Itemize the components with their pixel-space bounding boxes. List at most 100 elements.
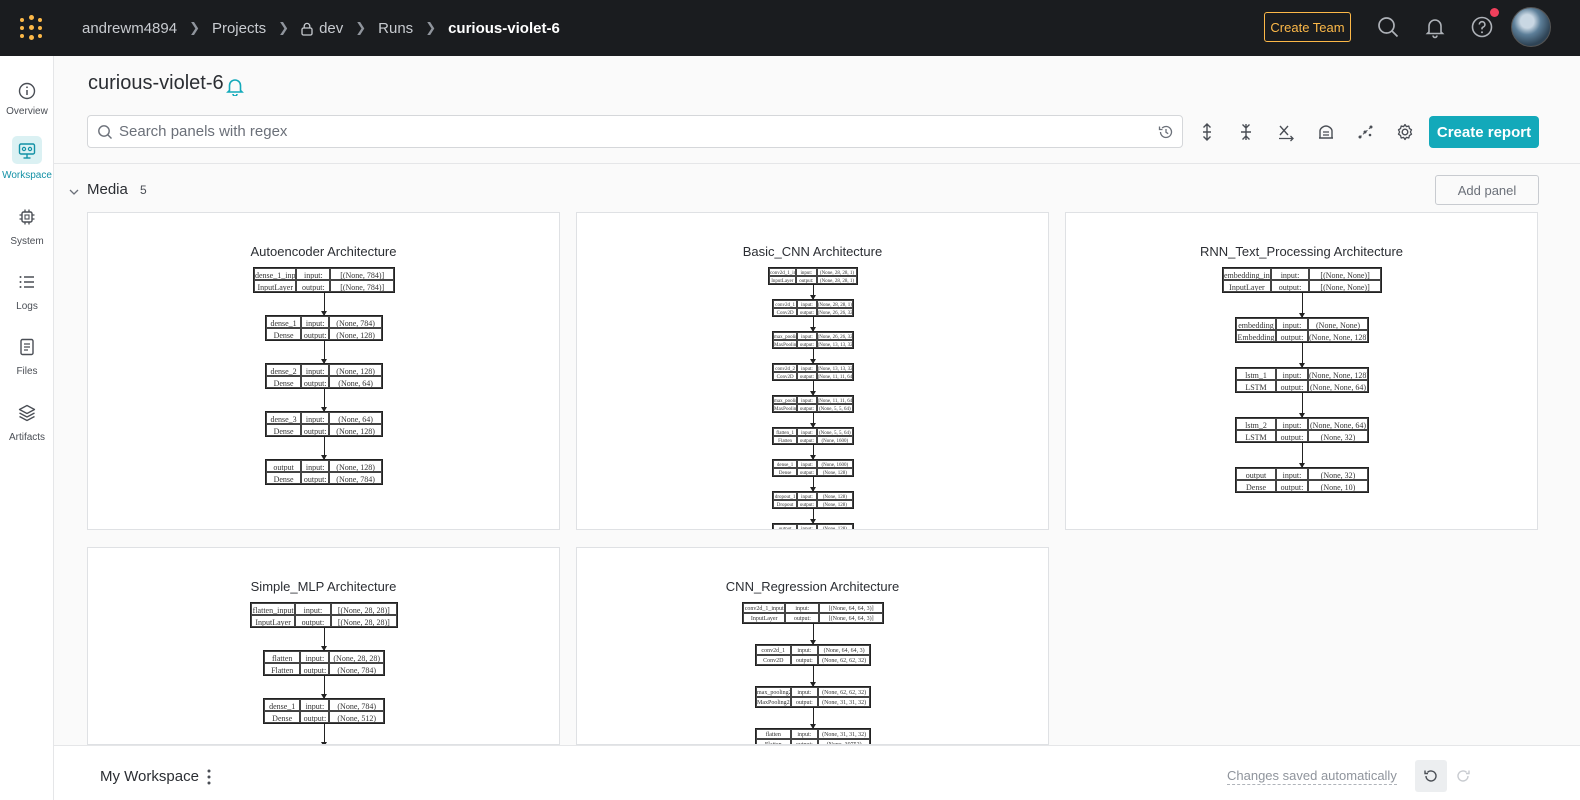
layer-shape-cell: output:	[296, 280, 331, 292]
layer-shape-cell: (None, 128)	[816, 468, 853, 476]
breadcrumb-project[interactable]: dev	[319, 20, 343, 37]
layer-shape-cell: (None, 31, 31, 32)	[818, 729, 870, 739]
footer-bar: My Workspace Changes saved automatically	[54, 745, 1580, 800]
wandb-logo-icon[interactable]	[18, 15, 44, 41]
add-panel-button[interactable]: Add panel	[1435, 175, 1539, 205]
layer-label: output	[773, 524, 798, 529]
collapse-vertical-icon[interactable]	[1236, 122, 1256, 142]
sidebar-item-workspace[interactable]: Workspace	[0, 136, 54, 194]
layer-shape-cell: (None, 128)	[816, 500, 853, 508]
flow-arrow	[810, 477, 816, 492]
layer-shape-cell: output:	[300, 663, 330, 675]
gear-icon[interactable]	[1395, 122, 1415, 142]
layer-node: flatten Flatten input: (None, 28, 28) output…	[263, 650, 385, 676]
create-report-button[interactable]: Create report	[1429, 116, 1539, 148]
layer-node: lstm_2 LSTM input: (None, None, 64) output:(…	[1235, 417, 1369, 443]
layer-label: Dense	[266, 328, 302, 340]
layer-shape-cell: (None, None, 64)	[1308, 380, 1368, 392]
flow-arrow	[321, 628, 327, 651]
layer-shape-cell: input:	[300, 699, 330, 711]
layer-shape-cell: input:	[301, 316, 330, 328]
outliers-icon[interactable]	[1356, 122, 1376, 142]
undo-button[interactable]	[1415, 760, 1447, 792]
layer-shape-cell: output:	[1276, 430, 1308, 442]
layer-name-cell: max_pooling2d_2MaxPooling2D	[773, 396, 798, 412]
notification-dot	[1490, 8, 1499, 17]
more-vertical-icon[interactable]	[206, 768, 212, 786]
create-team-button[interactable]: Create Team	[1264, 12, 1351, 42]
flow-arrow	[1299, 393, 1305, 418]
avatar[interactable]	[1511, 7, 1551, 47]
flow-arrow	[321, 437, 327, 460]
lock-icon	[301, 22, 313, 36]
smoothing-icon[interactable]	[1316, 122, 1336, 142]
media-panel[interactable]: CNN_Regression Architecture conv2d_1_inp…	[576, 547, 1049, 745]
chevron-right-icon: ❯	[425, 20, 437, 35]
workspace-name[interactable]: My Workspace	[100, 768, 199, 785]
layer-node: flatten_1 Flatten input: (None, 5, 5, 64) ou…	[772, 427, 854, 445]
layer-shape-cell: [(None, None)]	[1309, 268, 1381, 280]
layer-node: dense_1 Dense input: (None, 1600) output: (No…	[772, 459, 854, 477]
media-panel[interactable]: Autoencoder Architecture dense_1_inputIn…	[87, 212, 560, 530]
breadcrumb-run[interactable]: curious-violet-6	[448, 20, 560, 37]
breadcrumb-runs[interactable]: Runs	[378, 20, 413, 37]
sidebar-item-system[interactable]: System	[0, 202, 54, 260]
expand-vertical-icon[interactable]	[1197, 122, 1217, 142]
help-icon[interactable]	[1470, 15, 1494, 39]
sidebar-item-files[interactable]: Files	[0, 332, 54, 390]
layer-shape-cell: (None, 28, 28, 1)	[817, 276, 857, 284]
layer-shape-cell: input:	[797, 396, 817, 404]
info-icon	[18, 82, 36, 100]
layer-name-cell: conv2d_1_inputInputLayer	[769, 268, 796, 284]
layer-name-cell: dense_1 Dense	[773, 460, 798, 476]
section-title[interactable]: Media	[87, 181, 128, 198]
breadcrumb-user[interactable]: andrewm4894	[82, 20, 177, 37]
sidebar-item-label: Workspace	[2, 170, 52, 181]
flow-arrow	[810, 413, 816, 428]
layer-shape-cell: (None, 28, 28, 1)	[817, 268, 857, 276]
layer-shape-cell: [(None, 64, 64, 3)]	[819, 613, 883, 623]
layer-label: output	[1236, 468, 1276, 480]
layer-name-cell: flatten_input InputLayer	[251, 603, 296, 627]
search-icon[interactable]	[1376, 15, 1400, 39]
layer-shape-cell: input:	[296, 268, 331, 280]
layer-label: InputLayer	[743, 613, 786, 623]
layer-shape-cell: (None, 128)	[816, 524, 853, 529]
layer-shape-cell: (None, 28, 28, 1)	[816, 300, 853, 308]
layer-shape-cell: [(None, 64, 64, 3)]	[819, 603, 883, 613]
layer-name-cell: embedding_inputInputLayer	[1223, 268, 1271, 292]
layer-shape-cell: output:	[785, 613, 820, 623]
search-input[interactable]	[119, 116, 1139, 147]
layer-shape-cell: input:	[301, 460, 330, 472]
layer-name-cell: lstm_2 LSTM	[1236, 418, 1276, 442]
history-icon[interactable]	[1158, 124, 1174, 140]
bell-icon[interactable]	[1423, 15, 1447, 39]
media-panel[interactable]: RNN_Text_Processing Architecture embeddi…	[1065, 212, 1538, 530]
sidebar-item-artifacts[interactable]: Artifacts	[0, 398, 54, 456]
layer-shape-cell: output:	[797, 340, 817, 348]
divider	[54, 163, 1580, 164]
sidebar-item-overview[interactable]: Overview	[0, 76, 54, 134]
layer-node: output Dense input: (None, 32) output: (None,…	[1235, 467, 1369, 493]
chevron-down-icon[interactable]	[68, 186, 80, 198]
layer-label: flatten	[264, 651, 301, 663]
layer-label: InputLayer	[769, 276, 796, 284]
chevron-right-icon: ❯	[355, 20, 367, 35]
media-panel[interactable]: Basic_CNN Architecture conv2d_1_inputInp…	[576, 212, 1049, 530]
layer-node: dense_3 Dense input: (None, 64) output: (None…	[265, 411, 383, 437]
layer-shape-cell: (None, 31, 31, 32)	[818, 697, 870, 707]
panel-title: RNN_Text_Processing Architecture	[1199, 244, 1404, 259]
layer-label: dense_1_input	[254, 268, 297, 280]
layer-node: flatten_input InputLayer input: [(None, 28,…	[250, 602, 398, 628]
layer-shape-cell: output:	[795, 276, 817, 284]
redo-button[interactable]	[1447, 760, 1479, 792]
layer-shape-cell: (None, 128)	[816, 492, 853, 500]
breadcrumb-projects[interactable]: Projects	[212, 20, 266, 37]
bell-icon[interactable]	[225, 76, 245, 96]
flow-arrow	[810, 349, 816, 364]
media-panel[interactable]: Simple_MLP Architecture flatten_input Inp…	[87, 547, 560, 745]
x-axis-icon[interactable]	[1276, 122, 1296, 142]
flow-arrow	[1299, 343, 1305, 368]
sidebar-item-logs[interactable]: Logs	[0, 267, 54, 325]
layer-shape-cell: (None, 62, 62, 32)	[818, 687, 870, 697]
